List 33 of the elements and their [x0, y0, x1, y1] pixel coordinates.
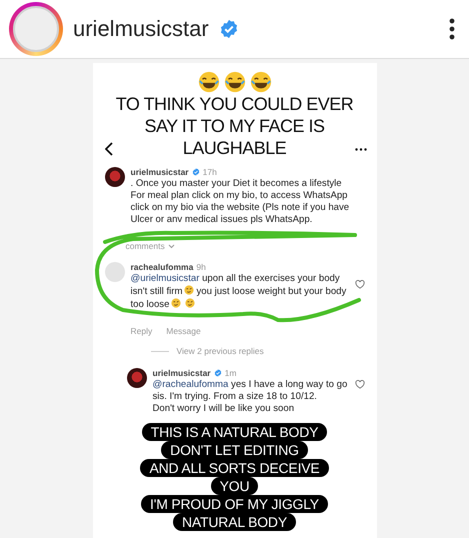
- comment-username[interactable]: urielmusicstar: [152, 368, 211, 378]
- comment-avatar[interactable]: [126, 368, 146, 388]
- chevron-down-icon[interactable]: [168, 244, 175, 248]
- laughing-emoji-icon: [224, 71, 246, 93]
- comment-avatar[interactable]: [104, 167, 124, 187]
- emoji-icon: [171, 298, 182, 308]
- comment-username[interactable]: rachealufomma: [130, 262, 194, 272]
- comment-text: @rachealufomma yes I have a long way to go sis. I'm trying. From a size 18 to 10/12. Don't worry I will be like you soon: [152, 379, 348, 415]
- laughing-emoji-icon: [250, 71, 272, 93]
- avatar-ring[interactable]: [9, 2, 63, 56]
- comment-time: 1m: [224, 368, 236, 378]
- more-options-icon[interactable]: [449, 18, 455, 40]
- emoji-icon: [184, 285, 194, 295]
- comment-username[interactable]: urielmusicstar: [130, 167, 189, 177]
- sticker-text: DON'T LET EDITING: [161, 441, 308, 459]
- heart-icon[interactable]: [354, 280, 364, 289]
- laughing-emoji-icon: [198, 71, 220, 93]
- sticker-text: I'M PROUD OF MY JIGGLY: [141, 495, 328, 513]
- story-caption: TO THINK YOU COULD EVER SAY IT TO MY FACE IS LAUGHABLE: [114, 93, 354, 159]
- heart-icon[interactable]: [354, 380, 364, 389]
- comment-time: 9h: [196, 262, 206, 272]
- sticker-text: YOU: [210, 477, 258, 495]
- username[interactable]: urielmusicstar: [73, 16, 209, 42]
- back-icon[interactable]: [104, 142, 112, 156]
- comment-time: 17h: [202, 167, 217, 177]
- comment-text: @urielmusicstar upon all the exercises your body isn't still firm you just loose weight but your body too loose: [130, 273, 348, 311]
- comment-text: . Once you master your Diet it becomes a lifestyle For meal plan click on my bio, to access WhatsApp click on my bio via the website (Pls note if you have Ulcer or anv medical issues pls WhatsApp.: [130, 178, 350, 226]
- sticker-text: THIS IS A NATURAL BODY: [142, 423, 328, 441]
- sticker-text: AND ALL SORTS DECEIVE: [140, 459, 329, 477]
- more-options-icon[interactable]: [354, 148, 366, 150]
- emoji-icon: [185, 298, 196, 308]
- avatar: [13, 6, 59, 52]
- sticker-text: NATURAL BODY: [173, 513, 296, 531]
